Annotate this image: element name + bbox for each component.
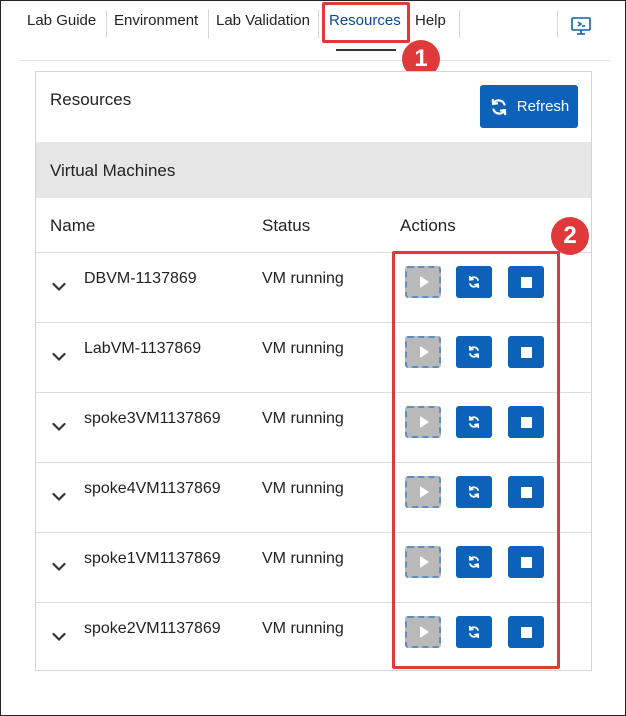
- screen-share-icon[interactable]: [570, 15, 592, 37]
- vm-status: VM running: [262, 340, 344, 357]
- tab-divider: [557, 10, 558, 38]
- annotation-box-resources-tab: [322, 2, 410, 43]
- vm-status: VM running: [262, 620, 344, 637]
- chevron-down-icon[interactable]: [52, 559, 66, 572]
- vm-name: spoke4VM1137869: [84, 480, 221, 497]
- vm-status: VM running: [262, 480, 344, 497]
- annotation-box-vm-actions: [392, 251, 560, 669]
- refresh-button-label: Refresh: [516, 98, 570, 115]
- tab-lab-guide[interactable]: Lab Guide: [27, 12, 96, 29]
- chevron-down-icon[interactable]: [52, 629, 66, 642]
- tab-lab-validation[interactable]: Lab Validation: [216, 12, 310, 29]
- vm-status: VM running: [262, 550, 344, 567]
- annotation-badge-2: 2: [551, 217, 589, 255]
- chevron-down-icon[interactable]: [52, 279, 66, 292]
- tab-divider: [318, 10, 319, 38]
- tab-divider: [208, 10, 209, 38]
- vm-status: VM running: [262, 270, 344, 287]
- vm-name: LabVM-1137869: [84, 340, 202, 357]
- vm-section-title: Virtual Machines: [50, 161, 176, 180]
- vm-name: spoke2VM1137869: [84, 620, 221, 637]
- chevron-down-icon[interactable]: [52, 419, 66, 432]
- tab-help[interactable]: Help: [415, 12, 446, 29]
- chevron-down-icon[interactable]: [52, 349, 66, 362]
- vm-name: DBVM-1137869: [84, 270, 197, 287]
- refresh-button[interactable]: Refresh: [480, 85, 578, 128]
- tab-bar: Lab Guide Environment Lab Validation Res…: [0, 0, 626, 51]
- column-header-status: Status: [262, 216, 311, 235]
- column-header-name: Name: [50, 216, 96, 235]
- vm-name: spoke1VM1137869: [84, 550, 221, 567]
- tab-divider: [106, 10, 107, 38]
- tabs-divider: [18, 60, 610, 61]
- column-header-actions: Actions: [400, 216, 456, 235]
- tab-environment[interactable]: Environment: [114, 12, 198, 29]
- panel-title: Resources: [50, 90, 132, 109]
- tab-divider: [459, 10, 460, 38]
- chevron-down-icon[interactable]: [52, 489, 66, 502]
- vm-section-header: Virtual Machines: [36, 142, 591, 198]
- active-tab-indicator: [336, 49, 396, 51]
- vm-status: VM running: [262, 410, 344, 427]
- vm-name: spoke3VM1137869: [84, 410, 221, 427]
- refresh-icon: [491, 98, 507, 115]
